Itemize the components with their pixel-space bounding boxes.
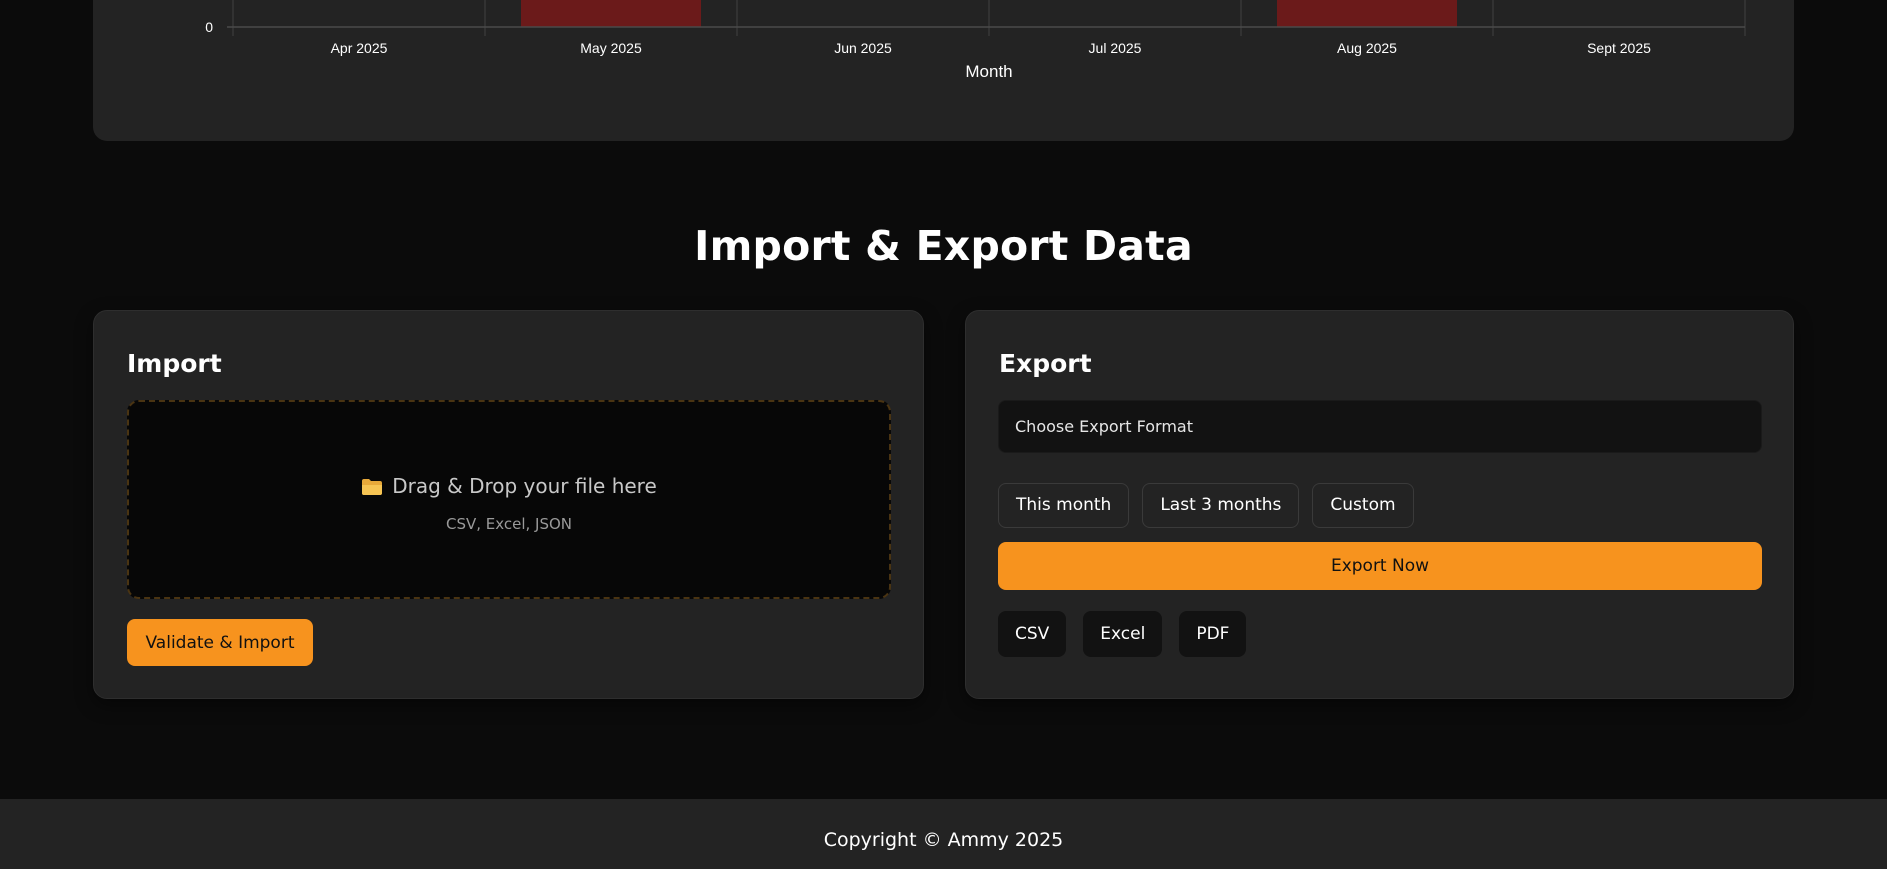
x-tick-label: Apr 2025 — [331, 40, 388, 56]
range-custom-button[interactable]: Custom — [1312, 483, 1414, 528]
chart-bar-may-2025 — [521, 0, 701, 27]
export-format-select[interactable]: Choose Export Format — [998, 400, 1762, 453]
x-tick-label: Jul 2025 — [1089, 40, 1142, 56]
x-tick-label: May 2025 — [580, 40, 642, 56]
folder-icon — [361, 477, 383, 495]
dropzone-subtitle: CSV, Excel, JSON — [445, 515, 573, 533]
format-csv-button[interactable]: CSV — [998, 611, 1067, 657]
y-tick-label: 0 — [205, 19, 213, 35]
export-panel: Export Choose Export Format This month L… — [965, 310, 1794, 699]
dropzone-title: Drag & Drop your file here — [392, 474, 657, 498]
export-heading: Export — [999, 349, 1092, 378]
import-heading: Import — [127, 349, 222, 378]
section-title: Import & Export Data — [694, 222, 1193, 270]
x-axis-title: Month — [965, 62, 1012, 81]
range-this-month-button[interactable]: This month — [998, 483, 1130, 528]
footer: Copyright © Ammy 2025 — [0, 799, 1887, 869]
copyright-text: Copyright © Ammy 2025 — [823, 829, 1064, 851]
format-pdf-button[interactable]: PDF — [1179, 611, 1247, 657]
range-last-3-months-button[interactable]: Last 3 months — [1142, 483, 1300, 528]
x-tick-label: Jun 2025 — [834, 40, 892, 56]
format-excel-button[interactable]: Excel — [1083, 611, 1163, 657]
date-range-options: This month Last 3 months Custom — [998, 483, 1414, 528]
chart-bar-aug-2025 — [1277, 0, 1457, 27]
export-now-button[interactable]: Export Now — [998, 542, 1762, 590]
x-tick-label: Aug 2025 — [1337, 40, 1397, 56]
bar-chart: 0 Apr 2025 May 2025 Jun 2025 Jul 2025 Aug 202… — [205, 0, 1746, 81]
validate-import-button[interactable]: Validate & Import — [127, 619, 313, 666]
import-panel: Import Drag & Drop your file here CSV, E… — [93, 310, 924, 699]
chart-card: 0 Apr 2025 May 2025 Jun 2025 Jul 2025 Aug 202… — [93, 0, 1794, 141]
export-format-options: CSV Excel PDF — [998, 611, 1247, 657]
file-dropzone[interactable]: Drag & Drop your file here CSV, Excel, J… — [127, 400, 891, 599]
x-tick-label: Sept 2025 — [1587, 40, 1651, 56]
